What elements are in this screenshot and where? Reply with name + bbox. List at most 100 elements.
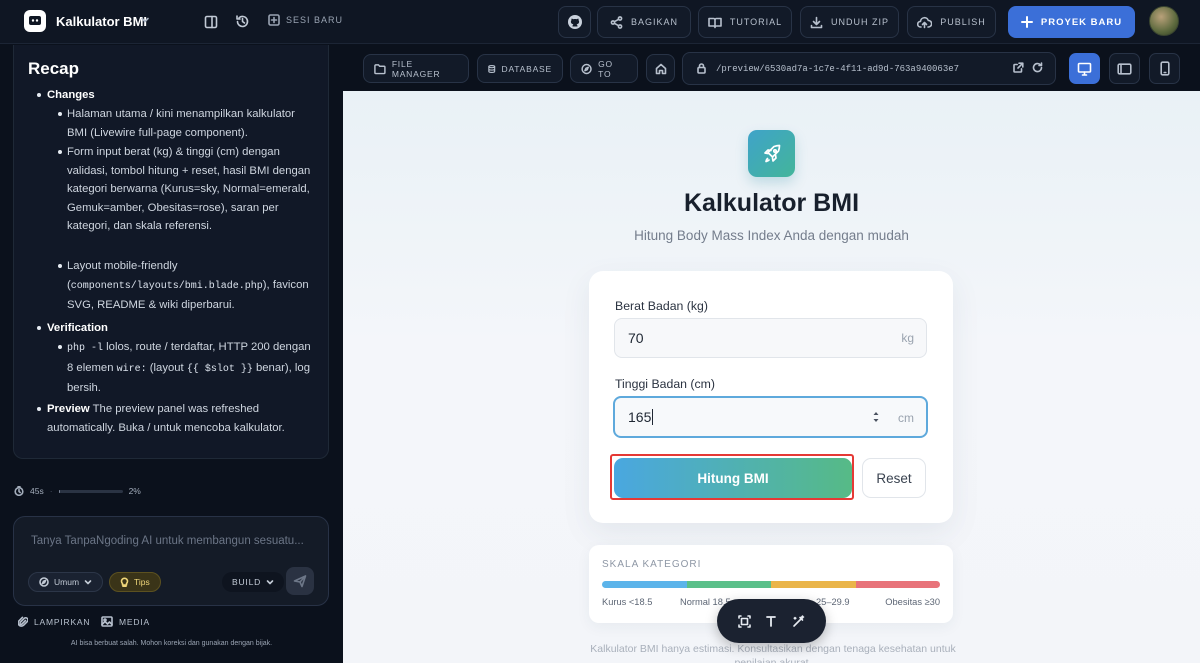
height-label: Tinggi Badan (cm): [615, 377, 716, 391]
scale-segment-gemuk: [771, 581, 856, 588]
go-to-label: GO TO: [598, 58, 613, 79]
home-button[interactable]: [646, 54, 675, 83]
folder-icon: [374, 63, 386, 74]
lightbulb-icon: [120, 577, 129, 587]
download-zip-button[interactable]: UNDUH ZIP: [800, 6, 899, 38]
chat-input-box[interactable]: Tanya TanpaNgoding AI untuk membangun se…: [13, 516, 329, 606]
chevron-down-icon[interactable]: [140, 15, 150, 25]
publish-button[interactable]: PUBLISH: [907, 6, 996, 38]
scale-label: Kurus <18.5: [602, 597, 653, 607]
select-element-icon[interactable]: [738, 614, 751, 628]
share-icon: [610, 15, 623, 29]
height-value: 165: [628, 409, 652, 425]
weight-input[interactable]: 70 kg: [614, 318, 927, 358]
compass-icon: [581, 63, 592, 74]
reset-button[interactable]: Reset: [862, 458, 926, 498]
preview-frame: Kalkulator BMI Hitung Body Mass Index An…: [343, 91, 1200, 663]
progress-percent: 2%: [128, 486, 141, 496]
mode-label: Umum: [54, 577, 80, 587]
recap-title: Recap: [28, 59, 80, 78]
disclaimer-text: AI bisa berbuat salah. Mohon koreksi dan…: [70, 640, 273, 647]
send-button[interactable]: [286, 567, 314, 595]
generation-status: 45s · 2%: [14, 486, 141, 496]
app-logo-icon[interactable]: [24, 10, 46, 32]
bmi-form-card: Berat Badan (kg) 70 kg Tinggi Badan (cm)…: [589, 271, 953, 523]
compass-icon: [39, 577, 49, 587]
recap-item: Layout mobile-friendly (components/layou…: [67, 260, 309, 311]
plus-icon: [1020, 16, 1033, 28]
desktop-view-button[interactable]: [1069, 53, 1100, 84]
download-icon: [810, 16, 823, 28]
media-label: MEDIA: [119, 616, 150, 627]
text-cursor: [652, 409, 654, 425]
image-icon: [101, 616, 113, 627]
new-session-label: SESI BARU: [286, 15, 344, 25]
project-title[interactable]: Kalkulator BMI: [56, 14, 147, 29]
mobile-view-button[interactable]: [1149, 53, 1180, 84]
scale-label: 25–29.9: [816, 597, 850, 607]
github-button[interactable]: [558, 6, 591, 38]
database-icon: [488, 64, 496, 73]
weight-label: Berat Badan (kg): [615, 299, 708, 313]
history-icon[interactable]: [235, 14, 250, 29]
timer-icon: [14, 486, 24, 496]
height-unit: cm: [898, 411, 914, 425]
chat-input[interactable]: Tanya TanpaNgoding AI untuk membangun se…: [31, 535, 304, 547]
tips-button[interactable]: Tips: [109, 572, 161, 592]
cloud-upload-icon: [917, 16, 933, 28]
text-edit-icon[interactable]: [765, 615, 777, 627]
new-session-button[interactable]: SESI BARU: [268, 14, 343, 26]
number-spinner-icon[interactable]: [872, 409, 880, 425]
mode-select[interactable]: Umum: [28, 572, 104, 592]
scale-segment-normal: [687, 581, 771, 588]
page-subtitle: Hitung Body Mass Index Anda dengan mudah: [634, 228, 909, 243]
media-button[interactable]: MEDIA: [101, 616, 150, 627]
tips-label: Tips: [134, 577, 150, 587]
refresh-icon[interactable]: [1032, 62, 1043, 73]
scale-label: Obesitas ≥30: [885, 597, 940, 607]
external-link-icon[interactable]: [1013, 62, 1024, 73]
magic-edit-icon[interactable]: [792, 614, 805, 628]
scale-segment-obesitas: [856, 581, 940, 588]
tablet-view-button[interactable]: [1109, 53, 1140, 84]
book-icon: [708, 17, 722, 28]
avatar[interactable]: [1149, 6, 1179, 36]
file-manager-button[interactable]: FILE MANAGER: [363, 54, 469, 83]
download-zip-label: UNDUH ZIP: [831, 17, 889, 27]
recap-item: Halaman utama / kini menampilkan kalkula…: [67, 108, 295, 139]
github-icon: [567, 15, 582, 29]
send-icon: [293, 575, 307, 588]
height-input[interactable]: 165 cm: [613, 396, 928, 438]
verification-heading: Verification: [47, 322, 108, 334]
build-mode-select[interactable]: BUILD: [222, 572, 285, 592]
url-bar[interactable]: /preview/6530ad7a-1c7e-4f11-ad9d-763a940…: [682, 52, 1056, 85]
url-text[interactable]: /preview/6530ad7a-1c7e-4f11-ad9d-763a940…: [716, 64, 959, 74]
sidebar-toggle-icon[interactable]: [204, 15, 218, 29]
highlight-box: [610, 454, 854, 500]
new-project-label: PROYEK BARU: [1040, 16, 1123, 28]
scale-title: SKALA KATEGORI: [602, 559, 702, 570]
share-label: BAGIKAN: [630, 17, 678, 27]
file-manager-label: FILE MANAGER: [391, 58, 441, 79]
new-project-button[interactable]: PROYEK BARU: [1008, 6, 1135, 38]
lock-icon: [697, 63, 706, 74]
share-button[interactable]: BAGIKAN: [597, 6, 691, 38]
chevron-down-icon: [266, 580, 274, 585]
tutorial-button[interactable]: TUTORIAL: [698, 6, 792, 38]
plus-square-icon: [268, 14, 280, 26]
scale-segment-kurus: [602, 581, 687, 588]
weight-value: 70: [628, 330, 644, 346]
database-button[interactable]: DATABASE: [477, 54, 563, 83]
elapsed-time: 45s: [30, 486, 44, 496]
chevron-down-icon: [84, 580, 92, 585]
attach-button[interactable]: LAMPIRKAN: [18, 616, 90, 628]
footer-note: Kalkulator BMI hanya estimasi. Konsultas…: [590, 643, 956, 663]
page-title: Kalkulator BMI: [683, 189, 860, 217]
top-bar: Kalkulator BMI SESI BARU BAGIKAN TUTORIA…: [0, 0, 1200, 44]
recap-item: Form input berat (kg) & tinggi (cm) deng…: [67, 146, 311, 232]
monitor-icon: [1077, 62, 1092, 76]
attach-label: LAMPIRKAN: [34, 617, 91, 627]
paperclip-icon: [18, 616, 28, 627]
database-label: DATABASE: [501, 63, 552, 74]
go-to-button[interactable]: GO TO: [570, 54, 638, 83]
